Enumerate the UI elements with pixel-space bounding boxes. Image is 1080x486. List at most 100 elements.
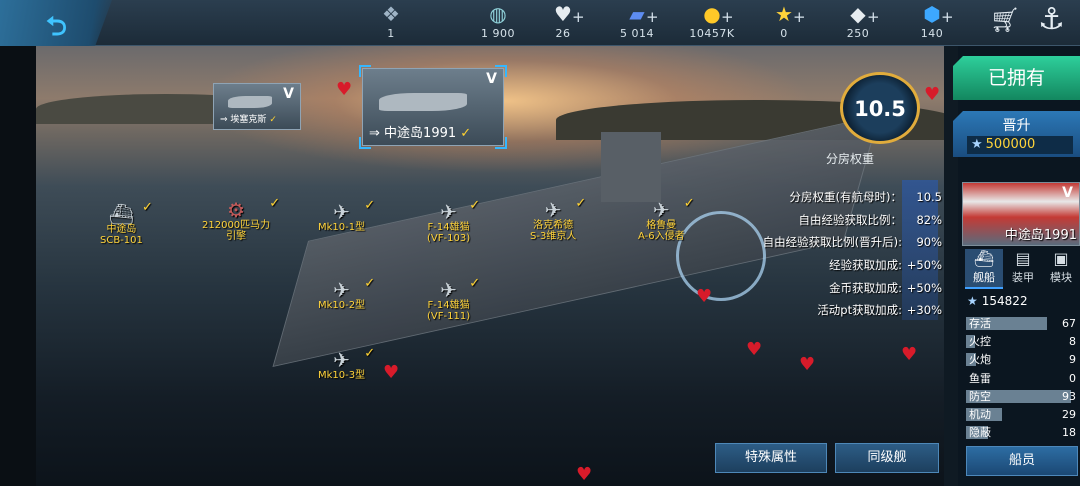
- attribute-name: 隐蔽: [969, 426, 991, 440]
- check-icon: ✓: [469, 198, 481, 213]
- aircraft-icon: ✈︎: [333, 278, 350, 302]
- fleet-unit[interactable]: ⛴︎ ✓ 中途岛 SCB-101: [100, 201, 153, 246]
- fleet-unit[interactable]: ✈︎ ✓ F-14雄猫 (VF-103): [427, 199, 480, 244]
- weight-label: 分房权重: [826, 152, 875, 166]
- crew-button[interactable]: 船员: [966, 446, 1078, 476]
- tab-armor[interactable]: ▤ 装甲: [1004, 249, 1042, 289]
- combat-power: ★ 154822: [967, 294, 1028, 308]
- attribute-name: 鱼雷: [969, 371, 991, 385]
- back-arrow-icon: ⮌: [46, 12, 67, 42]
- engine-icon: ⚙︎: [227, 198, 246, 222]
- check-icon: ✓: [141, 200, 153, 215]
- ship-image: [228, 96, 272, 108]
- ship-icon: ⛴︎: [108, 202, 135, 226]
- selection-corner: [359, 65, 371, 77]
- rank-chevron-icon: ❖: [382, 2, 400, 26]
- fleet-unit[interactable]: ✈︎ ✓ 洛克希德 S-3维京人: [530, 197, 586, 242]
- fleet-unit[interactable]: ⚙︎ ✓ 212000匹马力 引擎: [202, 197, 280, 242]
- back-button[interactable]: ⮌: [0, 0, 112, 46]
- attribute-name: 火炮: [969, 353, 991, 367]
- promote-cost: ★ 500000: [967, 136, 1073, 154]
- stat-row: 经验获取加成: +50%: [829, 258, 942, 273]
- weight-badge: 10.5: [840, 72, 920, 144]
- card-icon: ▰: [629, 2, 645, 26]
- attribute-row: 火炮 9: [966, 353, 1078, 367]
- attribute-value: 18: [1062, 426, 1076, 440]
- tab-ship[interactable]: ⛴︎ 舰船: [965, 249, 1003, 289]
- attribute-value: 67: [1062, 317, 1076, 330]
- fleet-unit[interactable]: ✈︎ ✓ F-14雄猫 (VF-111): [427, 277, 480, 322]
- ship-card-label: ⇒ 埃塞克斯 ✓: [220, 115, 277, 125]
- attribute-name: 存活: [969, 317, 991, 330]
- attribute-value: 9: [1069, 353, 1076, 367]
- attribute-value: 0: [1069, 371, 1076, 385]
- resource-globe[interactable]: ◍ 1 900: [463, 2, 533, 40]
- top-bar: ⮌ ❖ 1 ◍ 1 900 ♥ + 26 ▰ + 5 014 ● + 10457…: [0, 0, 1080, 46]
- ship-card-midway[interactable]: V ⇒ 中途岛1991 ✓: [359, 65, 507, 149]
- attribute-value: 29: [1062, 408, 1076, 421]
- owned-button[interactable]: 已拥有: [953, 56, 1080, 100]
- check-icon: ✓: [269, 196, 281, 211]
- module-icon: ▣: [1053, 249, 1069, 268]
- fleet-unit[interactable]: ✈︎ ✓ Mk10-1型: [318, 199, 375, 233]
- aircraft-icon: ✈︎: [333, 200, 350, 224]
- aircraft-icon: ✈︎: [652, 198, 670, 222]
- attribute-name: 防空: [969, 389, 991, 403]
- tab-module[interactable]: ▣ 模块: [1042, 249, 1080, 289]
- ship-thumbnail[interactable]: V 中途岛1991: [962, 182, 1080, 246]
- resource-diamond[interactable]: ◆ + 250: [823, 2, 893, 40]
- resource-gold[interactable]: ● + 10457K: [677, 2, 747, 40]
- attribute-row: 防空 93: [966, 389, 1078, 403]
- aircraft-icon: ✈︎: [333, 348, 350, 372]
- heart-particle: ♥: [383, 362, 400, 383]
- check-icon: ✓: [469, 276, 481, 291]
- resource-card[interactable]: ▰ + 5 014: [602, 2, 672, 40]
- heart-particle: ♥: [799, 354, 816, 375]
- stat-row: 自由经验获取比例(晋升后): 90%: [762, 235, 942, 250]
- check-icon: ✓: [364, 276, 376, 291]
- fleet-unit[interactable]: ✈︎ ✓ Mk10-2型: [318, 277, 375, 311]
- heart-particle: ♥: [576, 464, 593, 485]
- bonus-stats: 分房权重(有航母时)： 10.5 自由经验获取比例： 82% 自由经验获取比例(晋升…: [720, 186, 942, 322]
- armor-icon: ▤: [1015, 249, 1031, 268]
- resource-crystal[interactable]: ⬢ + 140: [897, 2, 967, 40]
- attribute-name: 火控: [969, 335, 991, 349]
- same-class-button[interactable]: 同级舰: [835, 443, 939, 473]
- stat-row: 自由经验获取比例： 82%: [798, 212, 943, 227]
- resource-star[interactable]: ★ + 0: [749, 2, 819, 40]
- anchor-icon[interactable]: ⚓︎: [1038, 2, 1065, 37]
- selection-corner: [495, 137, 507, 149]
- ship-card-essex[interactable]: V ⇒ 埃塞克斯 ✓: [213, 83, 301, 130]
- heart-particle: ♥: [924, 84, 941, 105]
- carrier-island: [601, 132, 661, 202]
- gold-coin-icon: ●: [703, 2, 721, 26]
- heart-icon: ♥: [554, 2, 572, 26]
- right-edge: [944, 46, 958, 486]
- star-icon: ★: [967, 294, 978, 308]
- heart-particle: ♥: [746, 339, 763, 360]
- aircraft-icon: ✈︎: [440, 200, 457, 224]
- resource-rank[interactable]: ❖ 1: [356, 2, 426, 40]
- special-attributes-button[interactable]: 特殊属性: [715, 443, 827, 473]
- star-icon: ★: [971, 137, 983, 152]
- globe-icon: ◍: [489, 2, 507, 26]
- ship-image: [379, 93, 467, 111]
- attribute-row: 火控 8: [966, 335, 1078, 349]
- fleet-unit[interactable]: ✈︎ ✓ Mk10-3型: [318, 347, 375, 381]
- shopping-cart-icon[interactable]: 🛒︎: [990, 6, 1020, 34]
- check-icon: ✓: [364, 346, 376, 361]
- star-icon: ★: [775, 2, 793, 26]
- diamond-icon: ◆: [850, 2, 866, 26]
- left-edge: [0, 46, 36, 486]
- check-icon: ✓: [364, 198, 376, 213]
- attribute-row: 机动 29: [966, 408, 1078, 421]
- ship-icon: ⛴︎: [973, 249, 995, 268]
- stat-row: 活动pt获取加成: +30%: [817, 303, 942, 318]
- stat-row: 分房权重(有航母时)： 10.5: [789, 190, 942, 205]
- fleet-unit[interactable]: ✈︎ ✓ 格鲁曼 A-6入侵者: [638, 197, 695, 242]
- resource-heart[interactable]: ♥ + 26: [528, 2, 598, 40]
- check-icon: ✓: [575, 196, 587, 211]
- stat-row: 金币获取加成: +50%: [829, 280, 942, 295]
- attribute-name: 机动: [969, 408, 991, 421]
- promote-button[interactable]: 晋升 ★ 500000: [953, 111, 1080, 157]
